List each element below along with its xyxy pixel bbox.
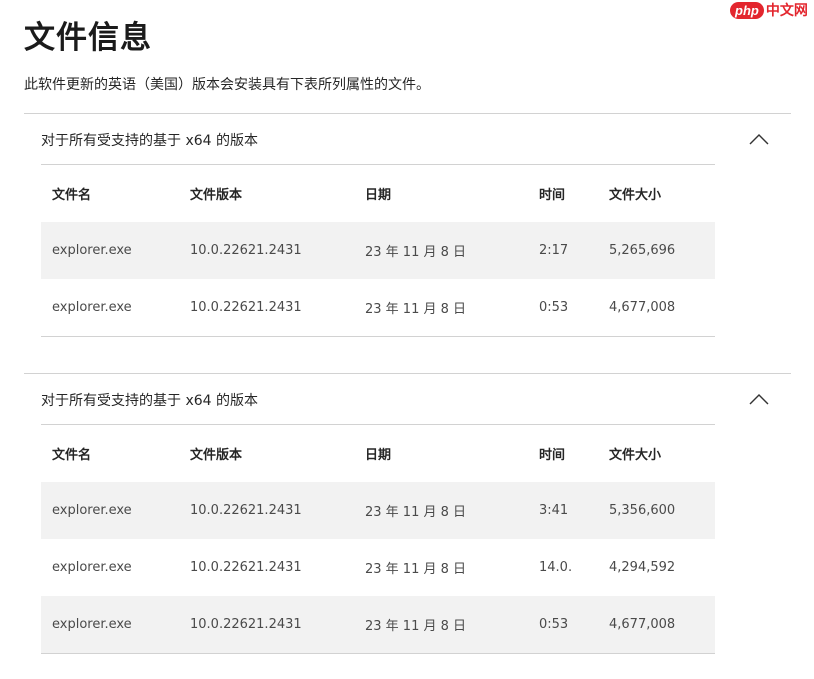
cell-size: 4,294,592: [609, 560, 676, 575]
cell-date: 23 年 11 月 8 日: [365, 302, 467, 317]
section-1-title: 对于所有受支持的基于 x64 的版本: [41, 133, 258, 149]
table-row: explorer.exe 10.0.22621.2431 23 年 11 月 8…: [41, 279, 715, 337]
cell-date: 23 年 11 月 8 日: [365, 562, 467, 577]
cell-version: 10.0.22621.2431: [179, 596, 354, 654]
table-row: explorer.exe 10.0.22621.2431 23 年 11 月 8…: [41, 482, 715, 539]
column-header-time: 时间: [539, 448, 566, 463]
section-2-title: 对于所有受支持的基于 x64 的版本: [41, 393, 258, 409]
file-info-section-1: 对于所有受支持的基于 x64 的版本 文件名 文件版本 日期 时间 文件大小 e…: [24, 113, 791, 337]
cell-size: 4,677,008: [598, 596, 715, 654]
cell-filename: explorer.exe: [52, 560, 132, 575]
cell-size: 5,265,696: [598, 222, 715, 279]
file-table-1: 文件名 文件版本 日期 时间 文件大小 explorer.exe 10.0.22…: [41, 164, 715, 337]
site-watermark: php 中文网: [730, 0, 808, 20]
cell-size: 4,677,008: [609, 300, 676, 315]
cell-version: 10.0.22621.2431: [179, 482, 354, 539]
file-info-section-2: 对于所有受支持的基于 x64 的版本 文件名 文件版本 日期 时间 文件大小 e…: [24, 373, 791, 654]
table-row: explorer.exe 10.0.22621.2431 23 年 11 月 8…: [41, 222, 715, 279]
cell-time: 14.0.: [539, 560, 573, 575]
section-1-header[interactable]: 对于所有受支持的基于 x64 的版本: [24, 114, 791, 164]
cell-time: 0:53: [539, 300, 569, 315]
cell-time: 3:41: [528, 482, 598, 539]
cell-date: 23 年 11 月 8 日: [354, 222, 528, 279]
watermark-site-name: 中文网: [765, 3, 808, 19]
cell-version: 10.0.22621.2431: [179, 222, 354, 279]
table-row: explorer.exe 10.0.22621.2431 23 年 11 月 8…: [41, 539, 715, 596]
table-header-row: 文件名 文件版本 日期 时间 文件大小: [41, 425, 715, 483]
column-header-filename: 文件名: [52, 188, 92, 203]
cell-filename: explorer.exe: [41, 596, 179, 654]
cell-filename: explorer.exe: [52, 300, 132, 315]
cell-date: 23 年 11 月 8 日: [354, 482, 528, 539]
cell-time: 2:17: [528, 222, 598, 279]
column-header-time: 时间: [539, 188, 566, 203]
page-title: 文件信息: [24, 20, 152, 56]
table-header-row: 文件名 文件版本 日期 时间 文件大小: [41, 165, 715, 223]
cell-version: 10.0.22621.2431: [190, 560, 302, 575]
column-header-date: 日期: [365, 188, 392, 203]
cell-filename: explorer.exe: [41, 482, 179, 539]
column-header-version: 文件版本: [190, 448, 243, 463]
cell-filename: explorer.exe: [41, 222, 179, 279]
cell-size: 5,356,600: [598, 482, 715, 539]
chevron-up-icon[interactable]: [747, 127, 771, 151]
cell-date: 23 年 11 月 8 日: [354, 596, 528, 654]
column-header-filename: 文件名: [52, 448, 92, 463]
cell-version: 10.0.22621.2431: [190, 300, 302, 315]
page-intro: 此软件更新的英语（美国）版本会安装具有下表所列属性的文件。: [24, 77, 430, 93]
column-header-date: 日期: [365, 448, 392, 463]
watermark-badge: php: [730, 1, 764, 19]
section-2-header[interactable]: 对于所有受支持的基于 x64 的版本: [24, 374, 791, 424]
column-header-version: 文件版本: [190, 188, 243, 203]
cell-time: 0:53: [528, 596, 598, 654]
chevron-up-icon[interactable]: [747, 387, 771, 411]
column-header-size: 文件大小: [609, 448, 662, 463]
table-row: explorer.exe 10.0.22621.2431 23 年 11 月 8…: [41, 596, 715, 654]
file-table-2: 文件名 文件版本 日期 时间 文件大小 explorer.exe 10.0.22…: [41, 424, 715, 654]
column-header-size: 文件大小: [609, 188, 662, 203]
